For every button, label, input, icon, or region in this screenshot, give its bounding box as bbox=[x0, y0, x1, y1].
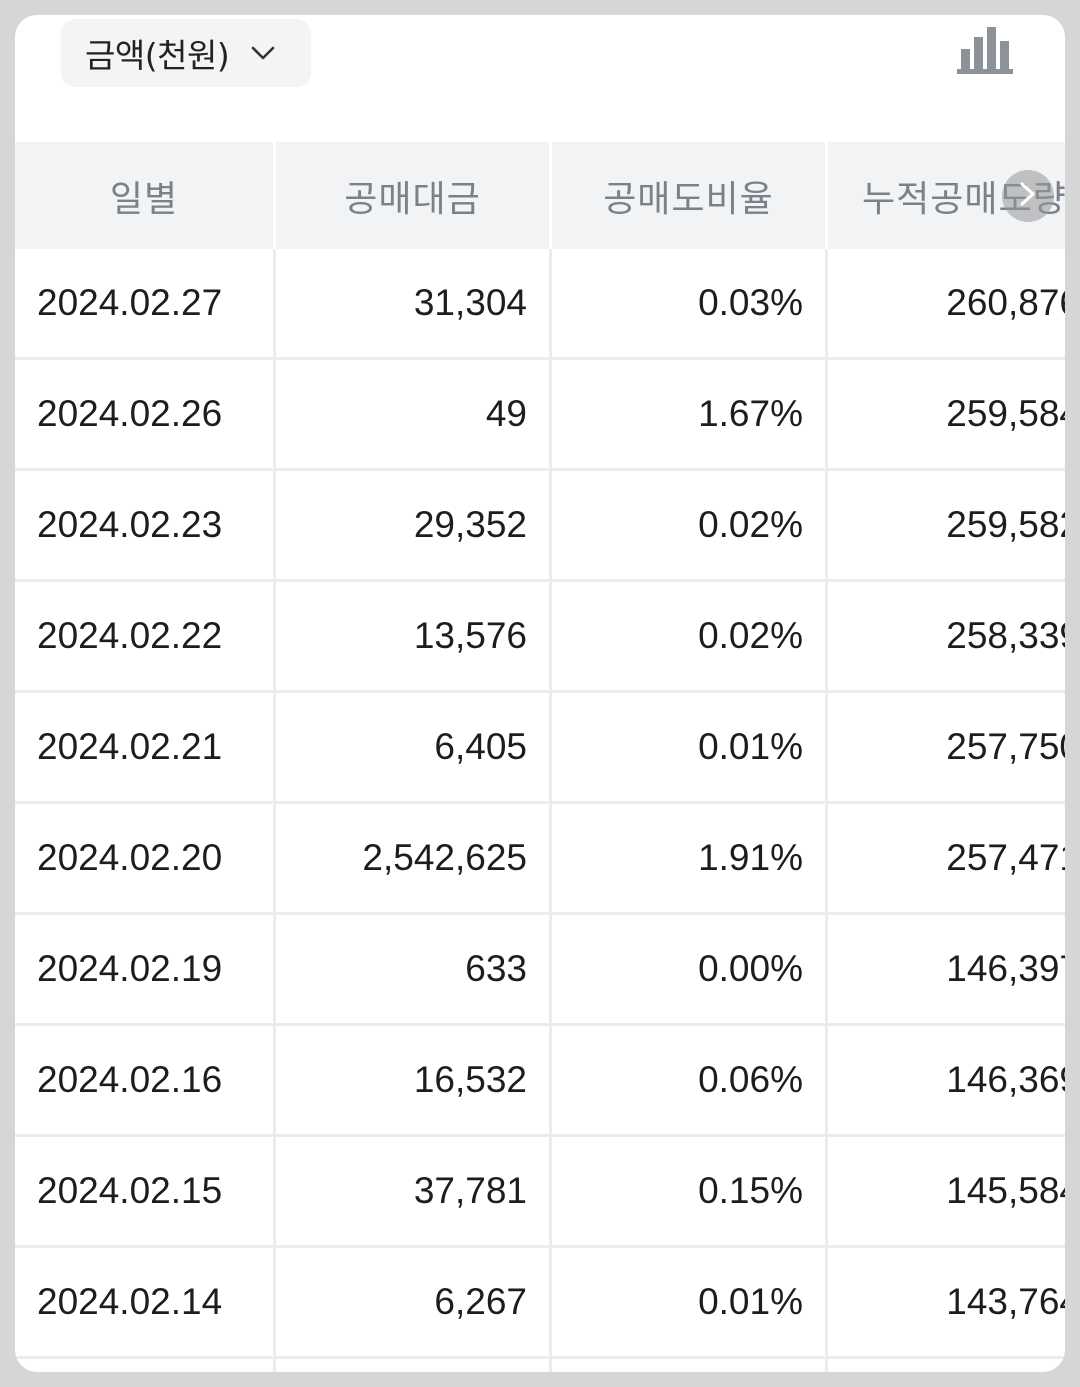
table-row: 2024.02.19 633 0.00% 146,397 bbox=[15, 915, 1065, 1026]
column-divider bbox=[549, 249, 552, 1372]
cell-ratio: 0.06% bbox=[698, 1059, 803, 1100]
cell-ratio: 0.00% bbox=[698, 948, 803, 989]
table-header: 일별 공매대금 공매도비율 누적공매도량 bbox=[15, 142, 1065, 249]
unit-dropdown-label: 금액(천원) bbox=[85, 36, 230, 75]
cell-ratio: 0.02% bbox=[698, 615, 803, 656]
cell-ratio: 1.91% bbox=[698, 837, 803, 878]
cell-amount: 633 bbox=[465, 948, 527, 989]
cell-ratio: 1.67% bbox=[698, 393, 803, 434]
table-row: 2024.02.15 37,781 0.15% 145,584 bbox=[15, 1137, 1065, 1248]
cell-cumulative: 143,764 bbox=[946, 1281, 1065, 1322]
cell-date: 2024.02.19 bbox=[37, 948, 223, 989]
cell-amount: 29,352 bbox=[413, 504, 527, 545]
cell-cumulative: 257,471 bbox=[946, 837, 1065, 878]
cell-date: 2024.02.23 bbox=[37, 504, 223, 545]
cell-cumulative: 146,369 bbox=[946, 1059, 1065, 1100]
header-ratio: 공매도비율 bbox=[603, 178, 774, 220]
cell-cumulative: 146,397 bbox=[946, 948, 1065, 989]
bar-chart-icon[interactable] bbox=[953, 25, 1017, 75]
table-row: 2024.02.14 6,267 0.01% 143,764 bbox=[15, 1248, 1065, 1359]
cell-amount: 16,532 bbox=[413, 1059, 527, 1100]
cell-cumulative: 258,339 bbox=[946, 615, 1065, 656]
header-date: 일별 bbox=[109, 178, 179, 220]
cell-amount: 13,576 bbox=[413, 615, 527, 656]
cell-date: 2024.02.26 bbox=[37, 393, 223, 434]
cell-date: 2024.02.14 bbox=[37, 1281, 223, 1322]
cell-cumulative: 260,876 bbox=[946, 282, 1065, 323]
table-row: 2024.02.23 29,352 0.02% 259,582 bbox=[15, 471, 1065, 582]
scroll-right-button[interactable] bbox=[1002, 170, 1054, 222]
cell-amount: 2,542,625 bbox=[362, 837, 527, 878]
column-divider bbox=[825, 249, 828, 1372]
table-row: 2024.02.26 49 1.67% 259,584 bbox=[15, 360, 1065, 471]
table-row: 2024.02.20 2,542,625 1.91% 257,471 bbox=[15, 804, 1065, 915]
chevron-right-icon bbox=[1017, 181, 1039, 211]
unit-dropdown[interactable]: 금액(천원) bbox=[61, 19, 311, 87]
cell-ratio: 0.15% bbox=[698, 1170, 803, 1211]
cell-amount: 31,304 bbox=[413, 282, 527, 323]
column-divider bbox=[273, 249, 276, 1372]
cell-ratio: 0.01% bbox=[698, 726, 803, 767]
cell-cumulative: 259,582 bbox=[946, 504, 1065, 545]
chevron-down-icon bbox=[251, 45, 275, 61]
cell-date: 2024.02.15 bbox=[37, 1170, 223, 1211]
cell-date: 2024.02.22 bbox=[37, 615, 223, 656]
cell-amount: 6,405 bbox=[434, 726, 527, 767]
cell-amount: 49 bbox=[485, 393, 527, 434]
cell-date: 2024.02.21 bbox=[37, 726, 223, 767]
cell-date: 2024.02.27 bbox=[37, 282, 223, 323]
table-row: 2024.02.16 16,532 0.06% 146,369 bbox=[15, 1026, 1065, 1137]
table-row: 2024.02.21 6,405 0.01% 257,750 bbox=[15, 693, 1065, 804]
cell-date: 2024.02.20 bbox=[37, 837, 223, 878]
cell-cumulative: 259,584 bbox=[946, 393, 1065, 434]
cell-date: 2024.02.16 bbox=[37, 1059, 223, 1100]
header-amount: 공매대금 bbox=[344, 178, 481, 220]
table-row: 2024.02.27 31,304 0.03% 260,876 bbox=[15, 249, 1065, 360]
cell-amount: 37,781 bbox=[413, 1170, 527, 1211]
short-selling-table: 일별 공매대금 공매도비율 누적공매도량 2024.02.27 31,304 0.0… bbox=[15, 142, 1065, 1372]
cell-cumulative: 145,584 bbox=[946, 1170, 1065, 1211]
table-row: 2024.02.22 13,576 0.02% 258,339 bbox=[15, 582, 1065, 693]
cell-ratio: 0.02% bbox=[698, 504, 803, 545]
cell-amount: 6,267 bbox=[434, 1281, 527, 1322]
cell-ratio: 0.03% bbox=[698, 282, 803, 323]
cell-ratio: 0.01% bbox=[698, 1281, 803, 1322]
cell-cumulative: 257,750 bbox=[946, 726, 1065, 767]
short-selling-card: 금액(천원) 일별 공매대금 공매도비율 누적공매도량 2024.02.27 31… bbox=[15, 15, 1065, 1372]
